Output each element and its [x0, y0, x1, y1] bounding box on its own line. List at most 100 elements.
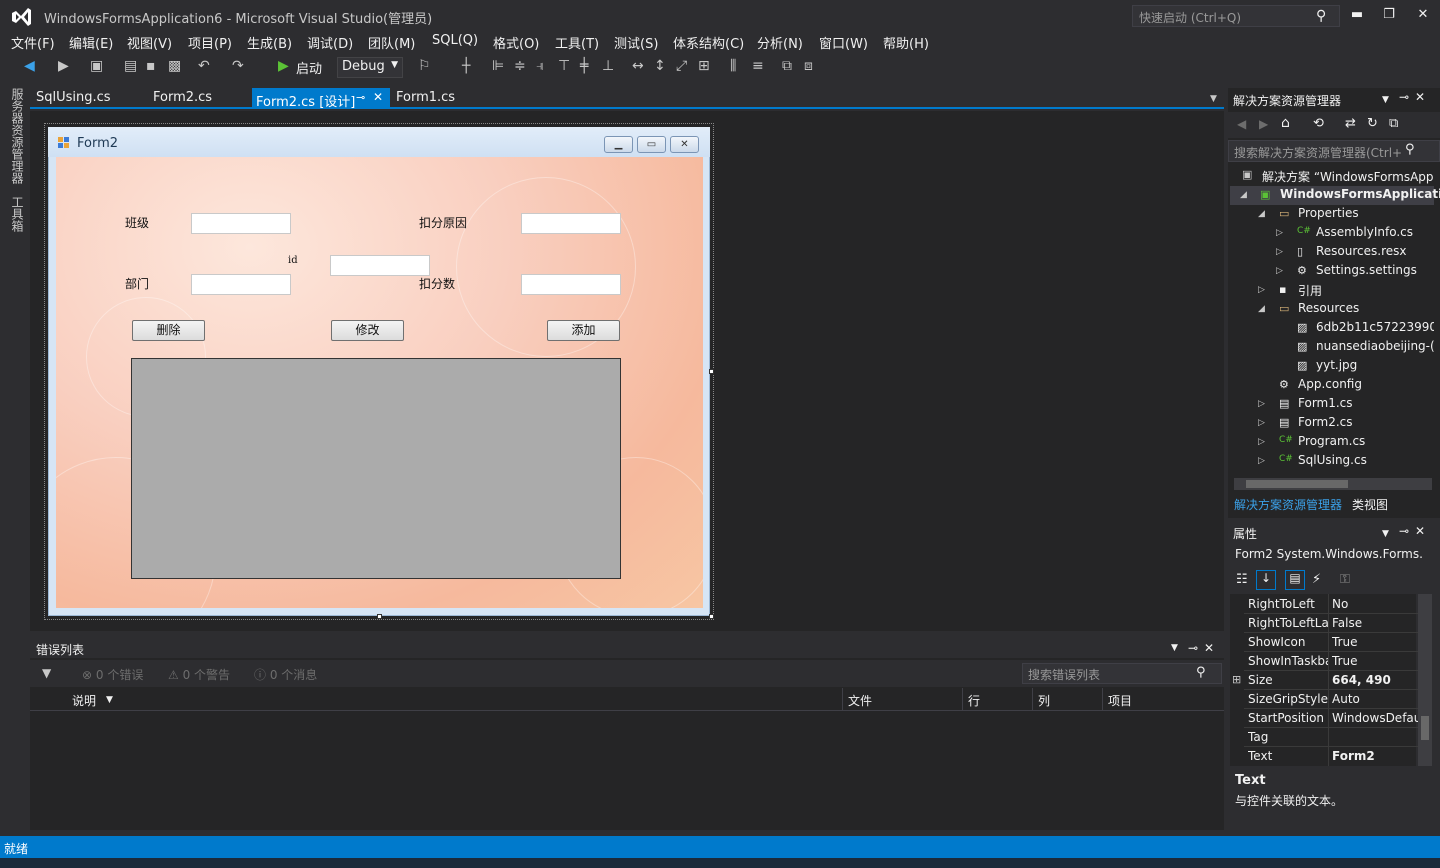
navigate-forward-icon[interactable]: ▶ [58, 58, 69, 74]
align-centers-icon[interactable]: ≑ [514, 58, 526, 74]
start-icon[interactable]: ▶ [278, 58, 289, 74]
property-name[interactable]: ShowIcon [1248, 635, 1328, 649]
form-minimize-icon[interactable]: ▁ [604, 136, 633, 153]
property-name[interactable]: ShowInTaskba [1248, 654, 1328, 668]
align-tops-icon[interactable]: ⊤ [558, 58, 570, 74]
make-same-width-icon[interactable]: ↔ [632, 58, 644, 74]
tab-form2-code[interactable]: Form2.cs [153, 90, 212, 105]
tab-form1[interactable]: Form1.cs [396, 90, 455, 105]
home-icon[interactable]: ⌂ [1281, 115, 1290, 131]
tree-solution[interactable]: 解决方案 “WindowsFormsApp [1262, 168, 1434, 185]
column-line[interactable]: 行 [968, 692, 980, 709]
tree-resources-resx[interactable]: Resources.resx [1316, 244, 1407, 258]
property-value[interactable]: True [1332, 654, 1418, 668]
back-icon[interactable]: ◀ [1237, 117, 1246, 131]
redo-icon[interactable]: ↷ [232, 58, 244, 74]
collapse-arrow-icon[interactable]: ▷ [1258, 418, 1265, 428]
column-project[interactable]: 项目 [1108, 692, 1132, 709]
property-value[interactable]: Auto [1332, 692, 1418, 706]
add-button[interactable]: 添加 [547, 320, 620, 341]
search-icon[interactable]: ⚲ [1405, 142, 1415, 157]
reason-textbox[interactable] [521, 213, 621, 234]
property-name[interactable]: StartPosition [1248, 711, 1328, 725]
errors-filter[interactable]: ⊗ 0 个错误 [82, 666, 143, 683]
scrollbar-thumb[interactable] [1246, 480, 1348, 488]
property-pages-icon[interactable]: ⚿ [1340, 572, 1350, 587]
vertical-scrollbar[interactable] [1418, 594, 1432, 766]
property-value[interactable]: No [1332, 597, 1418, 611]
tree-program[interactable]: Program.cs [1298, 434, 1365, 448]
close-button[interactable]: ✕ [1408, 4, 1438, 26]
property-name[interactable]: Text [1248, 749, 1328, 763]
align-bottoms-icon[interactable]: ⊥ [602, 58, 614, 74]
vertical-spacing-icon[interactable]: ≡ [752, 58, 764, 74]
collapse-arrow-icon[interactable]: ▷ [1258, 456, 1265, 466]
points-textbox[interactable] [521, 274, 621, 295]
collapse-arrow-icon[interactable]: ▷ [1258, 285, 1265, 295]
panel-dropdown-icon[interactable]: ▼ [1171, 643, 1178, 653]
minimize-button[interactable]: ▬ [1342, 4, 1372, 26]
tree-project[interactable]: WindowsFormsApplicatio [1280, 187, 1440, 201]
tree-image-3[interactable]: yyt.jpg [1316, 358, 1357, 372]
property-name[interactable]: Tag [1248, 730, 1328, 744]
menu-window[interactable]: 窗口(W) [819, 33, 868, 52]
tree-form1[interactable]: Form1.cs [1298, 396, 1353, 410]
resize-handle-bottom[interactable] [377, 614, 382, 619]
edit-button[interactable]: 修改 [331, 320, 404, 341]
pin-icon[interactable]: ⊸ [1399, 90, 1409, 104]
messages-filter[interactable]: ⓘ 0 个消息 [254, 666, 317, 683]
open-file-icon[interactable]: ▤ [124, 58, 137, 74]
property-name[interactable]: Size [1248, 673, 1328, 687]
menu-project[interactable]: 项目(P) [188, 33, 232, 52]
menu-build[interactable]: 生成(B) [247, 33, 292, 52]
expand-arrow-icon[interactable]: ◢ [1258, 209, 1265, 219]
tree-app-config[interactable]: App.config [1298, 377, 1362, 391]
form-close-icon[interactable]: ✕ [670, 136, 699, 153]
resize-handle-corner[interactable] [709, 614, 714, 619]
start-button-label[interactable]: 启动 [296, 58, 322, 77]
scrollbar-thumb[interactable] [1421, 716, 1429, 740]
data-grid-view[interactable] [131, 358, 621, 579]
properties-object-select[interactable]: Form2 System.Windows.Forms. [1230, 545, 1440, 565]
align-to-grid-icon[interactable]: ┼ [462, 58, 470, 74]
tree-image-2[interactable]: nuansediaobeijing-( [1316, 339, 1434, 353]
align-middles-icon[interactable]: ╪ [580, 58, 588, 74]
dept-textbox[interactable] [191, 274, 291, 295]
quick-launch-input[interactable]: 快速启动 (Ctrl+Q) [1132, 5, 1340, 27]
undo-icon[interactable]: ↶ [198, 58, 210, 74]
property-value[interactable]: WindowsDefau [1332, 711, 1418, 725]
column-file[interactable]: 文件 [848, 692, 872, 709]
restore-button[interactable]: ❐ [1374, 4, 1404, 26]
expand-plus-icon[interactable]: ⊞ [1232, 673, 1241, 686]
horizontal-spacing-icon[interactable]: ⫼ [730, 58, 736, 74]
collapse-arrow-icon[interactable]: ▷ [1258, 437, 1265, 447]
align-rights-icon[interactable]: ⫣ [536, 58, 544, 74]
menu-help[interactable]: 帮助(H) [883, 33, 929, 52]
collapse-arrow-icon[interactable]: ▷ [1258, 399, 1265, 409]
menu-file[interactable]: 文件(F) [11, 33, 55, 52]
menu-architecture[interactable]: 体系结构(C) [673, 33, 744, 52]
save-all-icon[interactable]: ▩ [168, 58, 181, 74]
events-icon[interactable]: ⚡ [1312, 572, 1321, 587]
property-value[interactable]: False [1332, 616, 1418, 630]
align-lefts-icon[interactable]: ⊫ [492, 58, 504, 74]
close-panel-icon[interactable]: ✕ [1204, 641, 1214, 655]
filter-icon[interactable]: ▼ [42, 666, 51, 680]
property-value[interactable]: Form2 [1332, 749, 1418, 763]
tab-sqlusing[interactable]: SqlUsing.cs [36, 90, 111, 105]
menu-sql[interactable]: SQL(Q) [432, 33, 478, 48]
close-tab-icon[interactable]: ✕ [373, 90, 383, 104]
expand-arrow-icon[interactable]: ◢ [1240, 190, 1247, 200]
collapse-arrow-icon[interactable]: ▷ [1276, 228, 1283, 238]
menu-debug[interactable]: 调试(D) [307, 33, 353, 52]
menu-team[interactable]: 团队(M) [368, 33, 415, 52]
menu-edit[interactable]: 编辑(E) [69, 33, 113, 52]
form-maximize-icon[interactable]: ▭ [637, 136, 666, 153]
warnings-filter[interactable]: ⚠ 0 个警告 [168, 666, 230, 683]
error-search-input[interactable]: 搜索错误列表 [1022, 663, 1222, 684]
forward-icon[interactable]: ▶ [1259, 117, 1268, 131]
refresh-icon[interactable]: ↻ [1367, 116, 1378, 131]
solution-config-select[interactable]: Debug ▼ [337, 57, 403, 78]
collapse-all-icon[interactable]: ⧉ [1389, 116, 1398, 131]
resize-handle-right[interactable] [709, 369, 714, 374]
